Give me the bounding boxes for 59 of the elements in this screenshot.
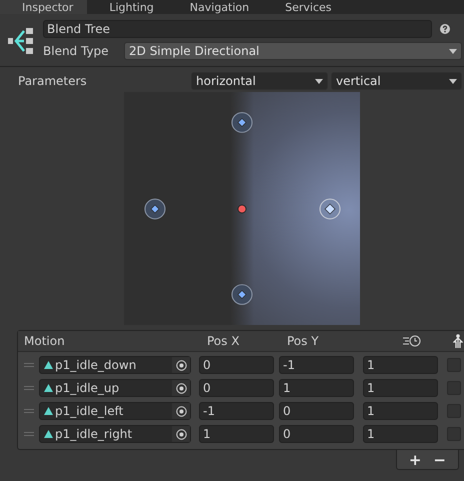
caret-icon — [449, 48, 457, 54]
help-icon[interactable] — [440, 24, 450, 34]
animation-clip-icon — [44, 384, 53, 392]
sample-point[interactable] — [232, 284, 252, 305]
remove-button[interactable]: − — [431, 450, 448, 468]
blend-type-label: Blend Type — [43, 44, 110, 58]
x-parameter-dropdown[interactable]: horizontal — [191, 72, 328, 90]
column-header: Pos Y — [287, 334, 319, 348]
target-icon — [176, 382, 186, 394]
speed-field[interactable]: 1 — [363, 402, 438, 420]
column-header: Motion — [24, 334, 65, 348]
drag-handle-icon[interactable] — [24, 432, 34, 436]
target-icon — [176, 406, 186, 416]
animation-clip-icon — [44, 361, 53, 369]
drag-handle-icon[interactable] — [24, 386, 34, 390]
speed-field[interactable]: 1 — [363, 356, 438, 374]
pos-y-field[interactable]: -1 — [279, 356, 354, 374]
tab[interactable]: Inspector — [0, 0, 88, 14]
pos-x-field[interactable]: 1 — [199, 425, 274, 443]
sample-point[interactable] — [144, 198, 166, 220]
tab[interactable]: Services — [263, 0, 346, 14]
animation-clip-icon — [44, 407, 53, 415]
pos-y-field[interactable]: 1 — [279, 379, 354, 397]
object-picker-button[interactable] — [172, 380, 190, 396]
tab[interactable]: Navigation — [168, 0, 264, 14]
object-picker-button[interactable] — [172, 403, 190, 419]
pos-x-field[interactable]: 0 — [199, 356, 274, 374]
motion-field[interactable]: p1_idle_left — [39, 402, 191, 420]
y-parameter-dropdown[interactable]: vertical — [331, 72, 462, 90]
parameters-label: Parameters — [18, 74, 88, 88]
pos-x-field[interactable]: 0 — [199, 379, 274, 397]
tab[interactable]: Lighting — [87, 0, 168, 14]
blend-position-marker[interactable] — [238, 204, 246, 214]
sample-point[interactable] — [320, 198, 340, 220]
pos-y-field[interactable]: 0 — [279, 402, 354, 420]
motion-field[interactable]: p1_idle_down — [39, 356, 191, 374]
column-header: Pos X — [207, 334, 240, 348]
motion-field[interactable]: p1_idle_right — [39, 425, 191, 443]
animation-clip-icon — [44, 430, 53, 438]
drag-handle-icon[interactable] — [24, 363, 34, 367]
drag-handle-icon[interactable] — [24, 409, 34, 413]
motion-field[interactable]: p1_idle_up — [39, 379, 191, 397]
add-button[interactable]: + — [406, 450, 424, 468]
name-field[interactable]: Blend Tree — [43, 20, 432, 38]
target-icon — [176, 360, 186, 370]
pos-x-field[interactable]: -1 — [199, 402, 274, 420]
caret-icon — [315, 78, 323, 84]
speed-field[interactable]: 1 — [363, 425, 438, 443]
object-picker-button[interactable] — [172, 426, 190, 442]
blend-tree-icon — [8, 27, 34, 55]
blend-type-dropdown[interactable]: 2D Simple Directional — [124, 42, 462, 60]
sample-point[interactable] — [232, 112, 252, 133]
target-icon — [176, 428, 186, 440]
object-picker-button[interactable] — [172, 357, 190, 373]
mirror-figure-icon — [453, 334, 463, 348]
speed-field[interactable]: 1 — [363, 379, 438, 397]
pos-y-field[interactable]: 0 — [279, 425, 354, 443]
speed-clock-icon — [402, 335, 422, 347]
caret-icon — [449, 78, 457, 84]
